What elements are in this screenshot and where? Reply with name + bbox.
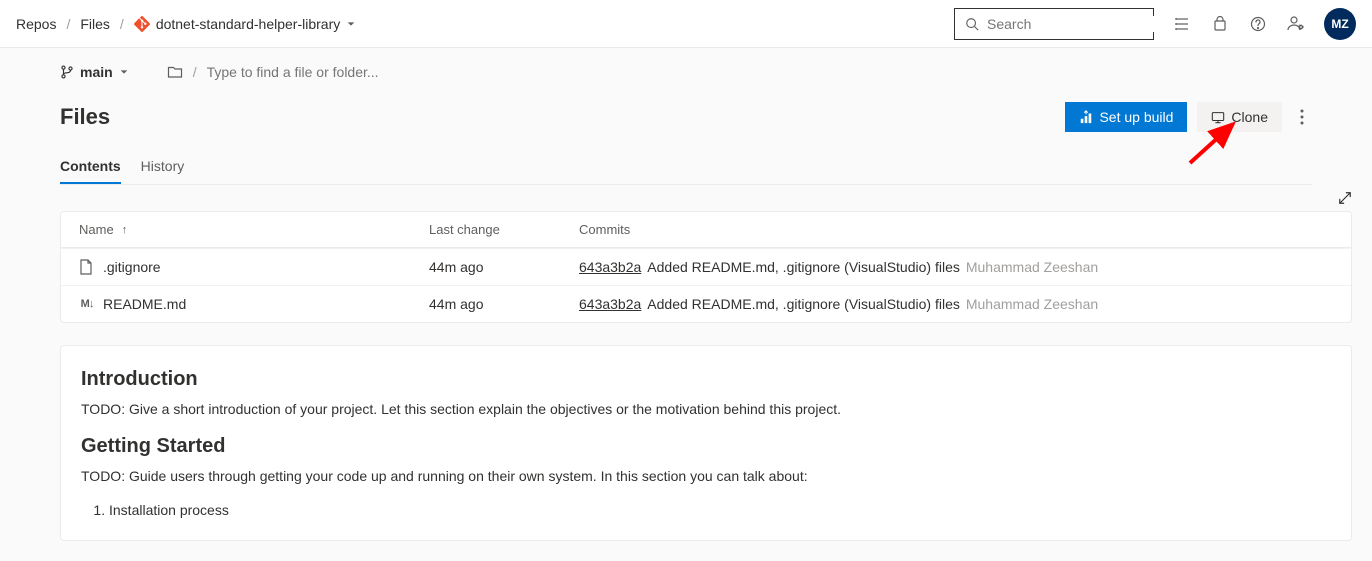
column-header-last-change[interactable]: Last change bbox=[429, 222, 579, 237]
path-search-input[interactable] bbox=[207, 64, 507, 80]
commit-hash-link[interactable]: 643a3b2a bbox=[579, 259, 641, 275]
readme-paragraph: TODO: Guide users through getting your c… bbox=[81, 468, 1331, 484]
breadcrumb-repos[interactable]: Repos bbox=[16, 16, 56, 32]
breadcrumb-repo-dropdown[interactable]: dotnet-standard-helper-library bbox=[134, 16, 356, 32]
clone-icon bbox=[1211, 110, 1225, 124]
chevron-down-icon bbox=[119, 67, 129, 77]
branch-selector[interactable]: main bbox=[60, 64, 129, 80]
commit-hash-link[interactable]: 643a3b2a bbox=[579, 296, 641, 312]
git-repo-icon bbox=[134, 16, 150, 32]
breadcrumb-sep: / bbox=[120, 16, 124, 32]
col-name-label: Name bbox=[79, 222, 114, 237]
table-row[interactable]: M↓ README.md 44m ago 643a3b2a Added READ… bbox=[61, 285, 1351, 322]
sort-asc-icon: ↑ bbox=[122, 224, 128, 236]
breadcrumb-sep: / bbox=[66, 16, 70, 32]
build-icon bbox=[1079, 110, 1093, 124]
readme-preview: Introduction TODO: Give a short introduc… bbox=[60, 345, 1352, 541]
readme-list-item: Installation process bbox=[109, 502, 1331, 518]
commit-message: Added README.md, .gitignore (VisualStudi… bbox=[647, 259, 960, 275]
search-icon bbox=[965, 17, 979, 31]
file-last-change: 44m ago bbox=[429, 259, 579, 275]
commit-author: Muhammad Zeeshan bbox=[966, 296, 1098, 312]
setup-build-label: Set up build bbox=[1099, 109, 1173, 125]
branch-icon bbox=[60, 65, 74, 79]
readme-heading: Getting Started bbox=[81, 435, 1331, 458]
search-input[interactable] bbox=[987, 16, 1168, 32]
clone-button[interactable]: Clone bbox=[1197, 102, 1282, 132]
help-icon[interactable] bbox=[1248, 14, 1268, 34]
commit-message: Added README.md, .gitignore (VisualStudi… bbox=[647, 296, 960, 312]
avatar-initials: MZ bbox=[1331, 17, 1348, 31]
boards-icon[interactable] bbox=[1172, 14, 1192, 34]
file-table: Name ↑ Last change Commits .gitignore 44… bbox=[60, 211, 1352, 323]
search-input-container[interactable] bbox=[954, 8, 1154, 40]
table-row[interactable]: .gitignore 44m ago 643a3b2a Added README… bbox=[61, 248, 1351, 285]
fullscreen-icon[interactable] bbox=[1338, 191, 1352, 205]
page-title: Files bbox=[60, 104, 110, 130]
avatar[interactable]: MZ bbox=[1324, 8, 1356, 40]
path-sep: / bbox=[193, 64, 197, 80]
tab-contents[interactable]: Contents bbox=[60, 150, 121, 184]
chevron-down-icon bbox=[346, 19, 356, 29]
marketplace-icon[interactable] bbox=[1210, 14, 1230, 34]
markdown-icon: M↓ bbox=[79, 298, 95, 310]
column-header-commits[interactable]: Commits bbox=[579, 222, 1333, 237]
setup-build-button[interactable]: Set up build bbox=[1065, 102, 1187, 132]
readme-paragraph: TODO: Give a short introduction of your … bbox=[81, 401, 1331, 417]
branch-name-label: main bbox=[80, 64, 113, 80]
commit-author: Muhammad Zeeshan bbox=[966, 259, 1098, 275]
breadcrumb-files[interactable]: Files bbox=[80, 16, 110, 32]
more-actions-button[interactable] bbox=[1292, 105, 1312, 129]
clone-label: Clone bbox=[1231, 109, 1268, 125]
user-settings-icon[interactable] bbox=[1286, 14, 1306, 34]
file-name: README.md bbox=[103, 296, 186, 312]
readme-heading: Introduction bbox=[81, 368, 1331, 391]
tab-history[interactable]: History bbox=[141, 150, 185, 184]
file-name: .gitignore bbox=[103, 259, 161, 275]
file-icon bbox=[79, 259, 95, 275]
folder-icon[interactable] bbox=[167, 64, 183, 80]
column-header-name[interactable]: Name ↑ bbox=[79, 222, 429, 237]
repo-name-label: dotnet-standard-helper-library bbox=[156, 16, 340, 32]
file-last-change: 44m ago bbox=[429, 296, 579, 312]
